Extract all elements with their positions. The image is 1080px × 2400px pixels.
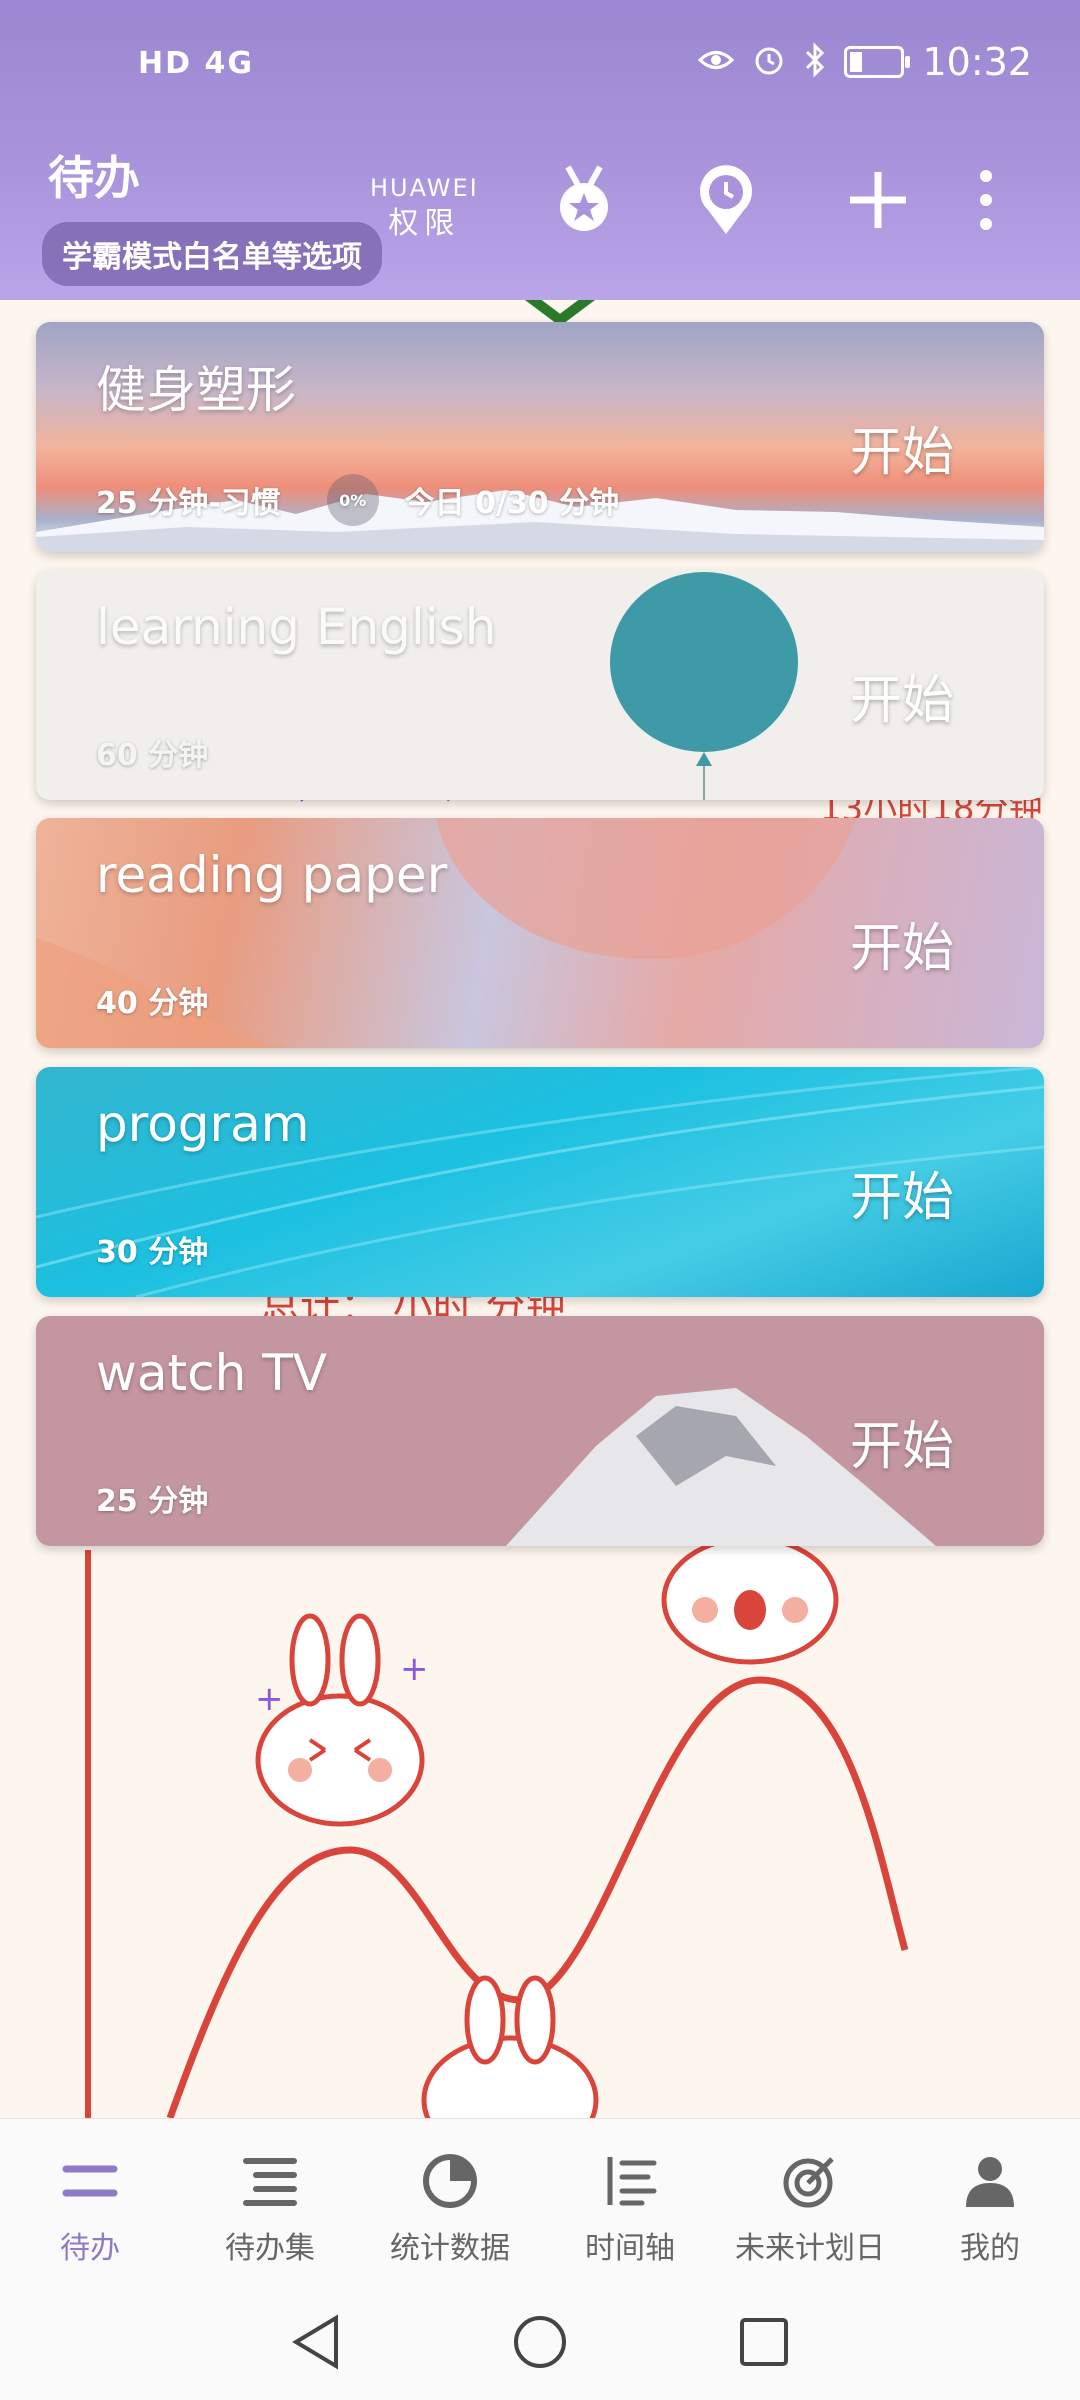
back-icon[interactable] (290, 2314, 342, 2374)
start-button[interactable]: 开始 (850, 1155, 954, 1230)
status-bar: HD 4G 10:32 (0, 0, 1080, 130)
permission-label: 权限 (388, 206, 461, 241)
task-name: reading paper (96, 846, 448, 904)
task-meta: 25 分钟-习惯 0% 今日 0/30 分钟 (96, 474, 619, 526)
todo-icon (62, 2153, 118, 2213)
battery-icon (844, 46, 911, 78)
location-clock-icon[interactable] (686, 160, 766, 240)
svg-text:+: + (400, 1649, 429, 1689)
bunny-illustration (661, 1535, 839, 1665)
task-name: 健身塑形 (96, 361, 296, 419)
todo-set-icon (242, 2153, 298, 2213)
task-name: watch TV (96, 1344, 327, 1402)
task-card[interactable]: program 30 分钟 开始 (36, 1067, 1044, 1297)
nav-label: 未来计划日 (735, 2231, 885, 2266)
content-area: + + 13小时18分钟 总计： 小时 分钟 健身塑形 25 分钟-习惯 0% … (0, 300, 1080, 2118)
timeline-icon (602, 2153, 658, 2213)
huawei-permission-button[interactable]: HUAWEI 权限 (370, 170, 479, 242)
huawei-label: HUAWEI (370, 174, 479, 202)
clock-time: 10:32 (922, 40, 1032, 84)
progress-ring: 0% (326, 474, 379, 526)
home-icon[interactable] (512, 2314, 568, 2374)
task-card[interactable]: reading paper 40 分钟 开始 (36, 818, 1044, 1048)
whitelist-button[interactable]: 学霸模式白名单等选项 (42, 222, 382, 286)
network-indicator: HD 4G (138, 46, 254, 81)
nav-todo[interactable]: 待办 (0, 2119, 180, 2289)
task-duration: 60 分钟 (96, 738, 209, 773)
bunny-illustration: + + (255, 1613, 429, 1827)
start-button[interactable]: 开始 (850, 658, 954, 733)
page-title: 待办 (48, 151, 140, 205)
nav-label: 我的 (960, 2231, 1020, 2266)
today-progress: 今日 0/30 分钟 (404, 486, 620, 521)
task-duration: 30 分钟 (96, 1235, 209, 1270)
person-icon (962, 2153, 1018, 2213)
nav-future-plan[interactable]: 未来计划日 (720, 2119, 900, 2289)
medal-icon[interactable] (544, 160, 624, 240)
system-navigation-bar (0, 2288, 1080, 2400)
target-icon (782, 2153, 838, 2213)
eye-icon (698, 45, 735, 79)
nav-timeline[interactable]: 时间轴 (540, 2119, 720, 2289)
task-card[interactable]: watch TV 25 分钟 开始 (36, 1316, 1044, 1546)
task-card[interactable]: 健身塑形 25 分钟-习惯 0% 今日 0/30 分钟 开始 (36, 322, 1044, 552)
start-button[interactable]: 开始 (850, 906, 954, 981)
recents-icon[interactable] (738, 2316, 790, 2372)
alarm-icon (752, 43, 786, 81)
task-duration: 25 分钟-习惯 (96, 486, 281, 521)
start-button[interactable]: 开始 (850, 1404, 954, 1479)
task-duration: 25 分钟 (96, 1484, 209, 1519)
nav-label: 时间轴 (585, 2231, 675, 2266)
task-name: program (96, 1095, 310, 1153)
nav-profile[interactable]: 我的 (900, 2119, 1080, 2289)
nav-statistics[interactable]: 统计数据 (360, 2119, 540, 2289)
task-duration: 40 分钟 (96, 986, 209, 1021)
nav-label: 统计数据 (390, 2231, 510, 2266)
task-name: learning English (96, 598, 497, 656)
bottom-navigation: 待办 待办集 统计数据 时间轴 未来计划日 我的 (0, 2118, 1080, 2289)
pie-chart-icon (422, 2153, 478, 2213)
bluetooth-icon (804, 42, 826, 82)
nav-label: 待办 (60, 2231, 120, 2266)
start-button[interactable]: 开始 (850, 410, 954, 485)
add-icon[interactable] (838, 160, 918, 240)
nav-label: 待办集 (225, 2231, 315, 2266)
nav-todo-set[interactable]: 待办集 (180, 2119, 360, 2289)
task-card[interactable]: learning English 60 分钟 开始 (36, 570, 1044, 800)
svg-text:+: + (255, 1679, 284, 1719)
more-icon[interactable] (966, 160, 1006, 240)
